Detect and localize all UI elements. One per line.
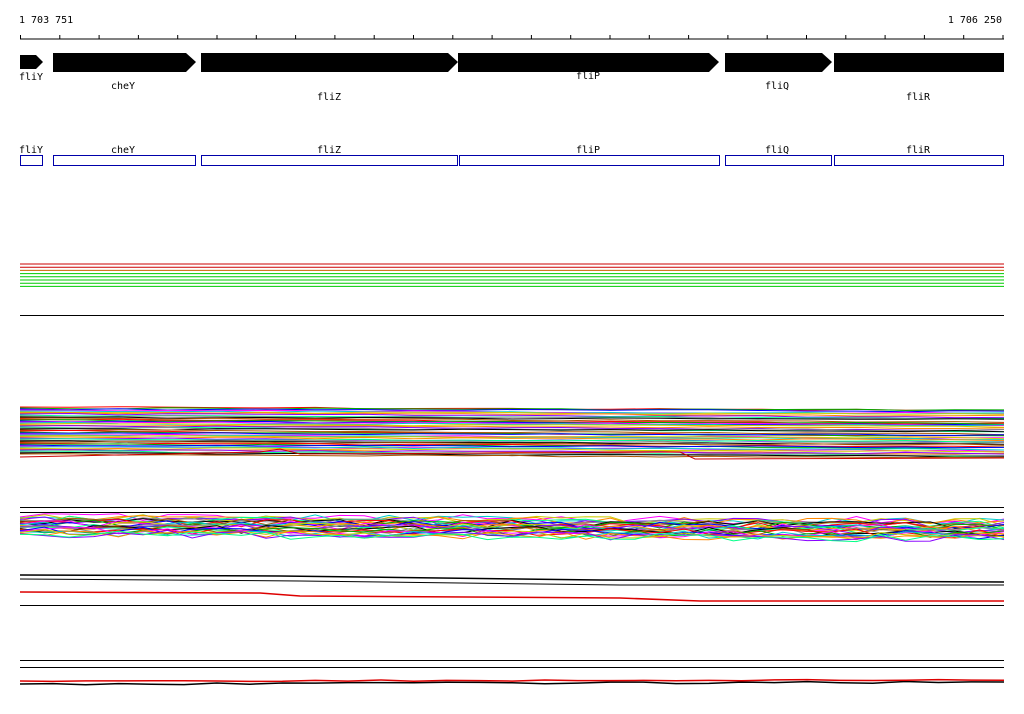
gene-arrow-fliQ[interactable]	[725, 53, 832, 72]
black-signal-line	[19, 680, 1005, 686]
gene-arrow-fliP[interactable]	[458, 53, 719, 72]
box-label-fliZ: fliZ	[317, 145, 341, 156]
ruler-end-label: 1 706 250	[948, 15, 1002, 26]
black-signal-line	[19, 574, 1005, 583]
gene-label-fliY: fliY	[19, 72, 43, 83]
ruler-ticks	[20, 35, 1004, 39]
box-label-fliY: fliY	[19, 145, 43, 156]
gene-arrow-cheY[interactable]	[53, 53, 196, 72]
gene-arrow-fliZ[interactable]	[201, 53, 458, 72]
gene-box-fliR[interactable]	[834, 155, 1004, 166]
gene-arrow-fliY[interactable]	[20, 55, 43, 69]
signal-track-bottom	[19, 678, 1005, 686]
gene-box-track: fliY cheY fliZ fliP fliQ fliR	[19, 145, 1004, 166]
gene-label-fliQ: fliQ	[765, 81, 789, 92]
gene-label-fliZ: fliZ	[317, 92, 341, 103]
red-signal-line	[19, 678, 1005, 683]
gene-box-fliZ[interactable]	[201, 155, 458, 166]
signal-track-dense	[19, 406, 1005, 460]
signal-track-flat	[20, 263, 1004, 287]
gene-label-fliP: fliP	[576, 71, 600, 82]
gene-arrow-track: fliY cheY fliZ fliP fliQ fliR	[19, 53, 1004, 103]
gene-label-cheY: cheY	[111, 81, 135, 92]
box-label-fliQ: fliQ	[765, 145, 789, 156]
signal-track-black-red	[19, 574, 1005, 602]
gene-box-fliQ[interactable]	[725, 155, 832, 166]
signal-track-wavy	[19, 513, 1005, 543]
box-label-cheY: cheY	[111, 145, 135, 156]
red-signal-line	[19, 591, 1004, 602]
gene-box-cheY[interactable]	[53, 155, 196, 166]
gene-arrow-fliR[interactable]	[834, 53, 1004, 72]
genome-browser-view: 1 703 751 1 706 250 fliY cheY fliZ fliP …	[19, 15, 1005, 686]
box-label-fliR: fliR	[906, 145, 931, 156]
gene-label-fliR: fliR	[906, 92, 931, 103]
gene-box-fliP[interactable]	[459, 155, 720, 166]
coordinate-ruler: 1 703 751 1 706 250	[19, 15, 1004, 40]
gene-box-fliY[interactable]	[20, 155, 43, 166]
ruler-start-label: 1 703 751	[19, 15, 73, 26]
box-label-fliP: fliP	[576, 145, 600, 156]
